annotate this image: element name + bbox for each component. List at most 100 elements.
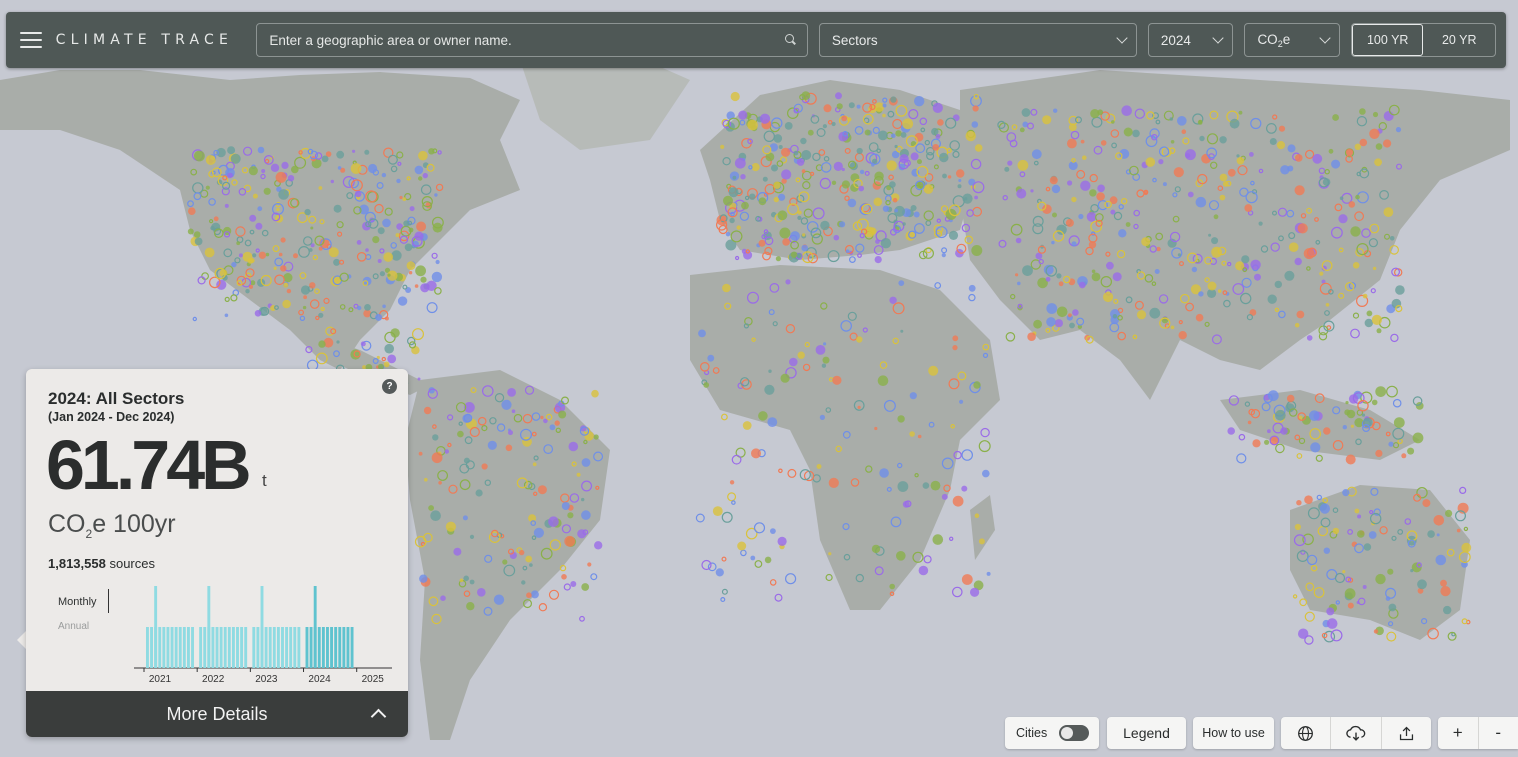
emission-source-dot [310, 226, 314, 230]
cloud-download-icon[interactable] [1331, 717, 1382, 749]
emission-source-dot [453, 547, 462, 556]
emission-source-dot [1033, 319, 1042, 329]
emission-source-dot [194, 150, 205, 162]
year-dropdown[interactable]: 2024 [1147, 23, 1234, 57]
chart-bar [321, 627, 325, 668]
chart-bar [203, 627, 207, 668]
emission-source-dot [784, 122, 793, 130]
emission-source-dot [581, 458, 591, 467]
sectors-dropdown[interactable]: Sectors [818, 23, 1137, 57]
emission-source-dot [789, 357, 798, 367]
chart-bar [268, 627, 272, 668]
emission-source-dot [397, 296, 408, 306]
help-icon[interactable]: ? [382, 379, 397, 394]
emission-source-dot [833, 161, 843, 171]
emission-source-dot [1287, 165, 1294, 172]
emission-source-dot [952, 495, 964, 507]
emission-source-dot [1375, 386, 1387, 397]
emission-source-dot [1097, 109, 1104, 116]
emission-source-dot [508, 430, 513, 436]
hamburger-menu-icon[interactable] [6, 12, 56, 68]
emission-source-dot [273, 266, 277, 270]
emission-source-dot [521, 580, 526, 585]
emission-source-dot [1170, 140, 1175, 144]
emission-source-dot [974, 195, 978, 200]
emission-source-dot [740, 174, 746, 180]
emission-source-dot [1323, 427, 1331, 435]
emission-source-dot [986, 571, 991, 576]
share-upload-icon[interactable] [1382, 717, 1431, 749]
emission-source-dot [1177, 253, 1181, 257]
emission-source-dot [463, 575, 470, 582]
emission-source-dot [738, 110, 748, 120]
emission-source-dot [1015, 273, 1019, 277]
emission-source-dot [982, 469, 990, 478]
cities-toggle[interactable]: Cities [1005, 717, 1099, 749]
zoom-out-button[interactable]: - [1479, 717, 1518, 749]
emission-source-dot [923, 184, 934, 194]
emission-source-dot [698, 329, 706, 338]
emission-source-dot [1241, 255, 1250, 264]
search-box[interactable] [256, 23, 808, 57]
emission-source-dot [210, 225, 215, 231]
emission-source-dot [416, 221, 427, 232]
zoom-in-button[interactable]: + [1438, 717, 1479, 749]
emission-source-dot [758, 197, 767, 206]
annual-toggle[interactable]: Annual [58, 621, 89, 632]
chart-bar [281, 627, 284, 668]
monthly-toggle[interactable]: Monthly [58, 596, 97, 608]
emission-source-dot [962, 193, 973, 204]
emission-source-dot [1015, 237, 1022, 244]
chart-bar [276, 627, 280, 668]
emission-source-dot [841, 115, 848, 122]
gas-dropdown[interactable]: CO2e [1244, 23, 1340, 57]
monthly-emissions-chart[interactable]: 2021 2022 2023 2024 2025 [112, 584, 392, 684]
emission-source-dot [333, 204, 342, 213]
emission-source-dot [796, 253, 802, 259]
search-input[interactable] [269, 32, 785, 48]
emission-source-dot [423, 406, 432, 415]
chart-bar [309, 627, 313, 668]
emission-source-dot [759, 113, 771, 124]
emission-source-dot [418, 176, 423, 181]
search-icon[interactable] [784, 34, 797, 46]
emission-source-dot [751, 448, 761, 459]
emission-source-dot [236, 241, 241, 246]
emission-source-dot [856, 336, 863, 343]
emission-source-dot [1217, 289, 1222, 293]
more-details-button[interactable]: More Details [26, 691, 408, 737]
chart-spike-bar [207, 586, 211, 668]
emission-source-dot [836, 103, 843, 110]
emission-source-dot [1363, 543, 1372, 551]
chart-bar [199, 627, 203, 668]
emission-source-dot [874, 171, 884, 181]
emission-source-dot [1158, 159, 1164, 165]
how-to-use-button[interactable]: How to use [1193, 717, 1274, 749]
chart-bar [178, 627, 182, 668]
emission-source-dot [257, 206, 263, 212]
chart-bar [219, 627, 223, 668]
emission-source-dot [430, 510, 441, 521]
emission-source-dot [889, 181, 896, 188]
gwp-20yr-option[interactable]: 20 YR [1423, 24, 1495, 56]
app-logo[interactable]: CLIMATE TRACE [56, 32, 257, 48]
emission-source-dot [856, 104, 861, 109]
emission-source-dot [725, 232, 731, 237]
emission-source-dot [1276, 141, 1286, 150]
emission-source-dot [1106, 261, 1114, 270]
emission-source-dot [1348, 394, 1359, 404]
emission-source-dot [502, 559, 508, 565]
emission-source-dot [564, 535, 576, 547]
emission-source-dot [1345, 148, 1354, 156]
emission-source-dot [737, 541, 747, 551]
emission-source-dot [432, 434, 439, 441]
legend-button[interactable]: Legend [1107, 717, 1186, 749]
gwp-100yr-option[interactable]: 100 YR [1351, 24, 1424, 56]
zoom-controls: + - [1438, 717, 1518, 749]
globe-icon[interactable] [1281, 717, 1332, 749]
emission-source-dot [728, 187, 739, 198]
cities-switch[interactable] [1059, 725, 1089, 741]
emission-source-dot [1375, 449, 1383, 457]
emission-source-dot [902, 118, 914, 130]
emission-source-dot [419, 574, 428, 583]
